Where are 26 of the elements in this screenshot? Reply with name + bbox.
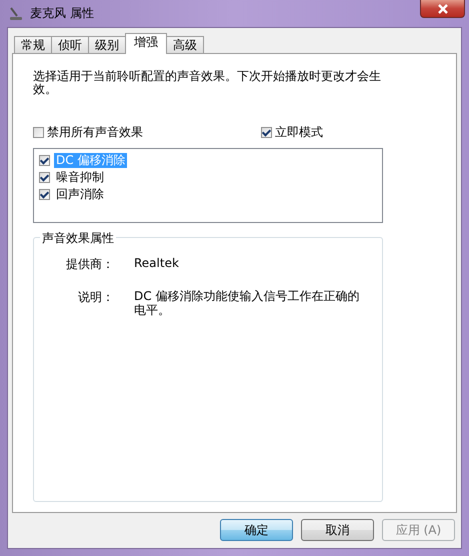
checkbox-label: 立即模式	[275, 124, 323, 141]
tab[interactable]: 高级	[166, 36, 204, 54]
close-button[interactable]	[420, 0, 465, 18]
description-text: 选择适用于当前聆听配置的声音效果。下次开始播放时更改才会生效。	[33, 70, 382, 96]
close-icon	[436, 4, 448, 14]
tab[interactable]: 增强	[125, 33, 167, 54]
checkbox-icon[interactable]	[39, 155, 50, 166]
property-label: 提供商：	[65, 256, 115, 273]
tab[interactable]: 级别	[88, 36, 126, 54]
dialog-button[interactable]: 确定	[220, 519, 293, 541]
checkbox-icon[interactable]	[33, 127, 44, 138]
checkbox-icon[interactable]	[39, 172, 50, 183]
dialog-button[interactable]: 取消	[301, 519, 374, 541]
microphone-icon	[8, 6, 24, 22]
property-value: Realtek	[134, 256, 180, 272]
checkbox-icon[interactable]	[261, 127, 272, 138]
checkbox[interactable]: 立即模式	[261, 124, 323, 141]
property-label: 说明：	[77, 289, 115, 306]
checkbox-icon[interactable]	[39, 189, 50, 200]
list-item[interactable]: 回声消除	[54, 187, 106, 202]
property-value: DC 偏移消除功能使输入信号工作在正确的电平。	[134, 289, 360, 317]
group-title: 声音效果属性	[40, 230, 116, 247]
window-title: 麦克风 属性	[30, 5, 94, 22]
list-item[interactable]: 噪音抑制	[54, 170, 106, 185]
tab[interactable]: 侦听	[51, 36, 89, 54]
tab[interactable]: 常规	[14, 36, 52, 54]
